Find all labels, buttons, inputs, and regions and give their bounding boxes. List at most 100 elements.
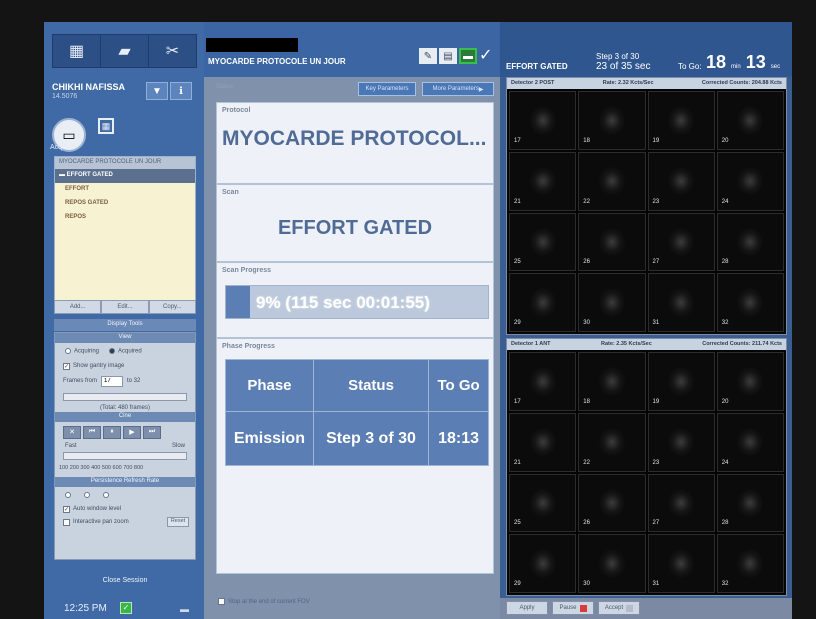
skip-back-icon[interactable]: ⏮ (83, 425, 101, 439)
apply-button[interactable]: Apply (506, 601, 548, 615)
protocol-item-label: EFFORT GATED (66, 172, 113, 178)
protocol-item[interactable]: REPOS (55, 211, 195, 225)
more-parameters-label: More Parameters (432, 86, 479, 92)
frame-number: 19 (652, 137, 660, 144)
slow-label: Slow (171, 442, 185, 449)
image-frame[interactable]: 32 (716, 273, 784, 332)
calculator-icon[interactable]: ▦ (53, 35, 101, 67)
frame-number: 25 (514, 520, 521, 527)
detector-2-header: Detector 2 POST Rate: 2.32 Kcts/Sec Corr… (507, 78, 786, 89)
image-frame[interactable]: 25 (509, 212, 577, 272)
protocol-item[interactable]: ▬ EFFORT GATED (55, 169, 195, 183)
detector-counts: Corrected Counts: 211.74 Kcts (702, 341, 782, 347)
persistence-radio[interactable] (103, 491, 109, 498)
image-frame[interactable]: 18 (578, 352, 646, 411)
cine-title: Cine (55, 411, 195, 422)
image-frame[interactable]: 26 (578, 212, 646, 272)
info-icon[interactable]: ℹ (170, 82, 192, 100)
image-frame[interactable]: 21 (509, 412, 577, 472)
grid-icon[interactable]: ▦ (98, 118, 114, 134)
togo-seconds: 13 (745, 52, 766, 72)
document-icon[interactable]: ▤ (439, 48, 457, 64)
image-frame[interactable]: 24 (716, 151, 784, 211)
image-frame[interactable]: 29 (509, 273, 577, 332)
stop-checkbox[interactable]: Stop at the end of current FOV (218, 598, 310, 605)
tools-icon[interactable]: ✂ (149, 35, 196, 67)
show-gantry-checkbox[interactable]: ✓ Show gantry image (55, 360, 195, 373)
frames-from-input[interactable] (101, 375, 124, 387)
close-icon[interactable]: ✕ (63, 425, 81, 439)
detector-rate: Rate: 2.32 Kcts/Sec (602, 80, 654, 86)
folder-icon[interactable]: ▰ (101, 35, 149, 67)
chevron-down-icon[interactable]: ▼ (146, 82, 168, 100)
detector-name: Detector 2 POST (511, 80, 555, 86)
reset-button[interactable]: Reset (167, 517, 189, 528)
image-frame[interactable]: 23 (647, 412, 715, 472)
image-frame[interactable]: 27 (647, 473, 715, 533)
protocol-value: MYOCARDE PROTOCOL... (222, 127, 487, 150)
interactive-pan-label: Interactive pan zoom (73, 519, 129, 526)
frame-number: 29 (514, 581, 521, 587)
play-icon[interactable]: ▶ (123, 425, 141, 439)
stop-icon (579, 604, 587, 612)
speed-slider[interactable] (63, 451, 187, 460)
image-frame[interactable]: 31 (647, 273, 715, 332)
pause-icon[interactable]: ⏸ (103, 425, 121, 439)
add-button[interactable]: Add... (54, 300, 102, 314)
image-frame[interactable]: 30 (578, 534, 646, 593)
status-icon[interactable]: ✓ (120, 602, 132, 614)
checkmark-icon: ✓ (63, 362, 70, 370)
interactive-pan-checkbox[interactable]: Interactive pan zoom Reset (55, 516, 195, 529)
image-frame[interactable]: 21 (509, 151, 577, 211)
frame-number: 20 (721, 398, 729, 405)
more-parameters-button[interactable]: More Parameters ▶ (422, 82, 494, 96)
gantry-icon[interactable]: ▬ (459, 48, 477, 64)
key-parameters-button[interactable]: Key Parameters (358, 82, 416, 96)
image-frame[interactable]: 23 (647, 151, 715, 211)
protocol-item[interactable]: EFFORT (55, 183, 195, 197)
gantry-icon[interactable]: ▬ (180, 604, 189, 614)
image-frame[interactable]: 28 (716, 473, 784, 533)
checklist-icon[interactable]: ✎ (419, 48, 437, 64)
image-frame[interactable]: 29 (509, 534, 577, 593)
persistence-radio[interactable] (84, 491, 90, 498)
togo-header: To Go (428, 359, 489, 412)
image-frame[interactable]: 30 (578, 273, 646, 332)
image-frame[interactable]: 31 (647, 534, 715, 593)
accept-button[interactable]: Accept (598, 601, 640, 615)
image-frame[interactable]: 28 (716, 212, 784, 272)
frame-number: 31 (652, 320, 660, 326)
frames-slider[interactable] (63, 392, 187, 401)
image-frame[interactable]: 17 (509, 352, 577, 411)
image-frame[interactable]: 27 (647, 212, 715, 272)
acquired-radio[interactable]: Acquired (109, 348, 142, 355)
image-frame[interactable]: 18 (578, 91, 646, 150)
image-frame[interactable]: 22 (578, 412, 646, 472)
skip-forward-icon[interactable]: ⏭ (143, 425, 161, 439)
close-session-button[interactable]: Close Session (54, 574, 196, 588)
image-frame[interactable]: 24 (716, 412, 784, 472)
copy-button[interactable]: Copy... (148, 300, 196, 314)
checkmark-icon[interactable]: ✓ (479, 48, 493, 64)
image-frame[interactable]: 20 (716, 352, 784, 411)
accept-icon (626, 604, 634, 612)
pause-button[interactable]: Pause (552, 601, 594, 615)
bottom-buttons: Apply Pause Accept (500, 598, 792, 619)
image-frame[interactable]: 22 (578, 151, 646, 211)
edit-button[interactable]: Edit... (101, 300, 149, 314)
image-frame[interactable]: 17 (509, 91, 577, 150)
image-frame[interactable]: 19 (647, 91, 715, 150)
acquiring-radio[interactable]: Acquiring (65, 348, 99, 355)
protocol-item[interactable]: REPOS GATED (55, 197, 195, 211)
frames-from-label: Frames from (63, 378, 98, 385)
display-tools-title: Display Tools (54, 319, 196, 331)
image-frame[interactable]: 20 (716, 91, 784, 150)
tool-tabs: ▦ ▰ ✂ (52, 34, 197, 68)
auto-window-checkbox[interactable]: ✓ Auto window level (55, 503, 195, 516)
image-frame[interactable]: 19 (647, 352, 715, 411)
view-title: View (55, 333, 195, 343)
image-frame[interactable]: 26 (578, 473, 646, 533)
persistence-radio[interactable] (65, 491, 71, 498)
image-frame[interactable]: 32 (716, 534, 784, 593)
image-frame[interactable]: 25 (509, 473, 577, 533)
